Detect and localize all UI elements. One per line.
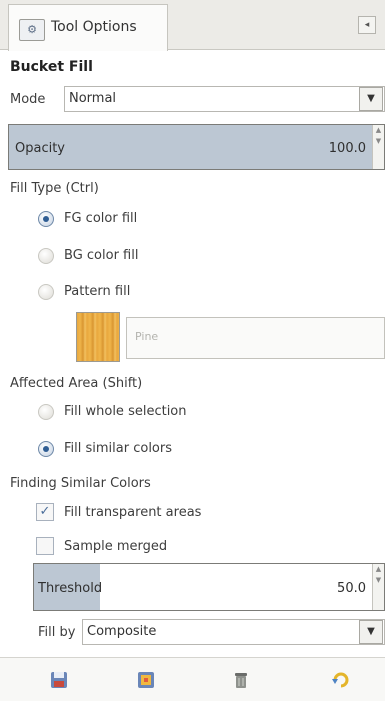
opacity-spin-arrows[interactable]: ▲ ▼	[372, 125, 384, 169]
mode-value: Normal	[69, 91, 117, 106]
pattern-fill-radio[interactable]	[38, 284, 54, 300]
threshold-value: 50.0	[337, 581, 366, 596]
pattern-name-field[interactable]: Pine	[126, 317, 385, 359]
pattern-fill-label[interactable]: Pattern fill	[64, 284, 130, 299]
threshold-slider[interactable]: Threshold 50.0 ▲ ▼	[33, 563, 385, 611]
chevron-down-icon[interactable]: ▼	[359, 87, 383, 111]
pattern-name: Pine	[135, 330, 159, 343]
fill-transparent-checkbox[interactable]: ✓	[36, 503, 54, 521]
fill-by-value: Composite	[87, 624, 157, 639]
panel-menu-icon[interactable]: ◂	[358, 16, 376, 34]
fg-fill-radio[interactable]	[38, 211, 54, 227]
save-options-icon[interactable]	[49, 670, 69, 690]
fill-similar-colors-radio[interactable]	[38, 441, 54, 457]
opacity-value: 100.0	[328, 141, 366, 156]
sample-merged-checkbox[interactable]	[36, 537, 54, 555]
fill-type-label: Fill Type (Ctrl)	[10, 181, 99, 196]
threshold-label: Threshold	[38, 581, 103, 596]
fill-whole-selection-label[interactable]: Fill whole selection	[64, 404, 187, 419]
tab-tool-options[interactable]: ⚙ Tool Options	[8, 4, 168, 51]
bg-fill-radio[interactable]	[38, 248, 54, 264]
pattern-preview[interactable]	[76, 312, 120, 362]
sample-merged-label[interactable]: Sample merged	[64, 539, 167, 554]
restore-options-icon[interactable]	[136, 670, 156, 690]
affected-area-label: Affected Area (Shift)	[10, 376, 143, 391]
similar-colors-label: Finding Similar Colors	[10, 476, 151, 491]
mode-combo[interactable]: Normal ▼	[64, 86, 385, 112]
tool-title: Bucket Fill	[10, 59, 93, 75]
chevron-down-icon[interactable]: ▼	[359, 620, 383, 644]
bg-fill-label[interactable]: BG color fill	[64, 248, 138, 263]
fill-similar-colors-label[interactable]: Fill similar colors	[64, 441, 172, 456]
opacity-label: Opacity	[15, 141, 66, 156]
fill-whole-selection-radio[interactable]	[38, 404, 54, 420]
fill-by-combo[interactable]: Composite ▼	[82, 619, 385, 645]
reset-options-icon[interactable]	[331, 670, 351, 690]
tab-label: Tool Options	[51, 19, 137, 35]
mode-label: Mode	[10, 92, 46, 107]
fill-by-label: Fill by	[38, 625, 76, 640]
fill-transparent-label[interactable]: Fill transparent areas	[64, 505, 201, 520]
bottom-button-bar	[0, 657, 385, 701]
opacity-slider[interactable]: Opacity 100.0 ▲ ▼	[8, 124, 385, 170]
tool-options-icon: ⚙	[19, 19, 45, 41]
delete-options-icon[interactable]	[231, 670, 251, 690]
threshold-spin-arrows[interactable]: ▲ ▼	[372, 564, 384, 610]
fg-fill-label[interactable]: FG color fill	[64, 211, 137, 226]
dock-tab-bar: ⚙ Tool Options ◂	[0, 0, 385, 51]
